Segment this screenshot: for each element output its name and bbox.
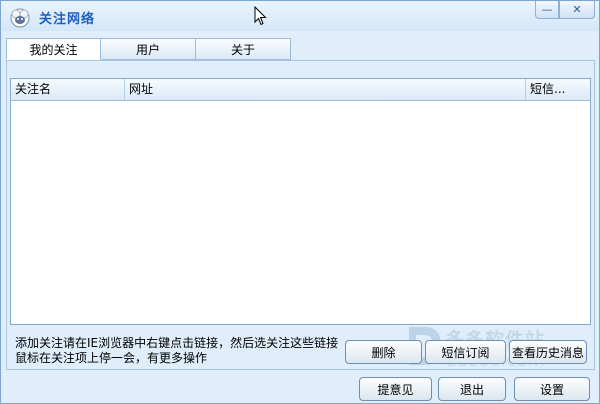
tab-label: 我的关注 — [29, 42, 78, 57]
tab-about[interactable]: 关于 — [196, 38, 291, 60]
close-button[interactable]: ✕ — [559, 1, 595, 19]
column-header-url[interactable]: 网址 — [125, 79, 526, 100]
tab-label: 关于 — [230, 42, 255, 57]
minimize-button[interactable]: — — [535, 1, 559, 19]
column-header-sms[interactable]: 短信... — [526, 79, 590, 100]
sms-subscribe-button[interactable]: 短信订阅 — [425, 340, 506, 364]
column-header-name[interactable]: 关注名 — [11, 79, 125, 100]
hint-line-1: 添加关注请在IE浏览器中右键点击链接，然后选关注这些链接 — [15, 336, 339, 350]
close-icon: ✕ — [572, 3, 582, 16]
sheep-logo-icon — [8, 5, 32, 29]
list-header: 关注名 网址 短信... — [11, 79, 590, 101]
tab-users[interactable]: 用户 — [101, 38, 196, 60]
title-bar[interactable]: 关注网络 — ✕ — [1, 1, 599, 31]
usage-hint: 添加关注请在IE浏览器中右键点击链接，然后选关注这些链接 鼠标在关注项上停一会，… — [15, 336, 341, 366]
mouse-pointer-icon — [254, 5, 268, 26]
app-window: 关注网络 — ✕ 我的关注 用户 关于 关注名 网址 短信... 添加关注请在I… — [0, 0, 600, 404]
tab-bar: 我的关注 用户 关于 — [6, 38, 291, 60]
view-history-button[interactable]: 查看历史消息 — [509, 340, 587, 364]
feedback-button[interactable]: 提意见 — [359, 377, 432, 401]
exit-button[interactable]: 退出 — [438, 377, 506, 401]
tab-panel: 关注名 网址 短信... 多多软件站 ddooo.com 添加关注请在IE浏览器… — [6, 60, 595, 371]
hint-line-2: 鼠标在关注项上停一会，有更多操作 — [15, 351, 208, 365]
window-title: 关注网络 — [39, 12, 96, 27]
minimize-icon: — — [541, 3, 553, 16]
settings-button[interactable]: 设置 — [514, 377, 590, 401]
tab-my-follows[interactable]: 我的关注 — [6, 38, 101, 60]
tab-label: 用户 — [135, 42, 160, 57]
delete-button[interactable]: 删除 — [345, 340, 422, 364]
follow-list[interactable]: 关注名 网址 短信... — [10, 78, 591, 325]
